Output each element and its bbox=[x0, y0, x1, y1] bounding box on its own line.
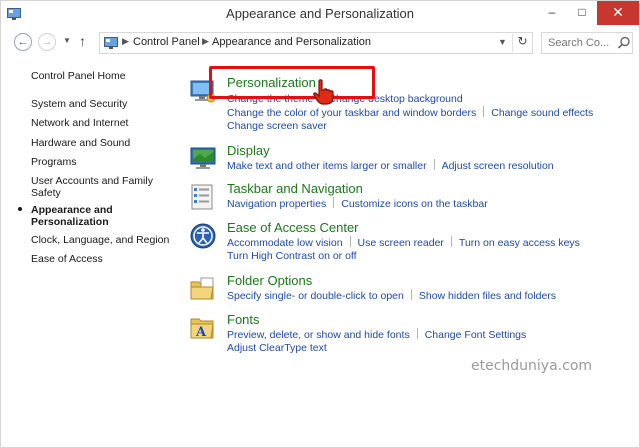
highlight-box bbox=[209, 66, 375, 99]
show-hidden-files-link[interactable]: Show hidden files and folders bbox=[419, 290, 556, 302]
fonts-link[interactable]: Fonts bbox=[227, 312, 260, 327]
sidebar-item-clock-language[interactable]: Clock, Language, and Region bbox=[31, 234, 171, 246]
change-taskbar-color-link[interactable]: Change the color of your taskbar and win… bbox=[227, 107, 476, 119]
link-divider bbox=[433, 159, 435, 170]
sidebar-item-system-security[interactable]: System and Security bbox=[31, 98, 171, 110]
up-button[interactable]: ↑ bbox=[79, 33, 86, 49]
address-bar[interactable]: ▶ Control Panel ▶ Appearance and Persona… bbox=[99, 32, 533, 54]
adjust-screen-resolution-link[interactable]: Adjust screen resolution bbox=[442, 160, 554, 172]
current-section-bullet bbox=[18, 207, 22, 211]
control-panel-home-link[interactable]: Control Panel Home bbox=[31, 70, 171, 82]
fonts-icon: A bbox=[190, 318, 214, 340]
display-link[interactable]: Display bbox=[227, 143, 270, 158]
sidebar-item-programs[interactable]: Programs bbox=[31, 156, 171, 168]
back-button[interactable]: ← bbox=[14, 33, 32, 51]
display-icon bbox=[190, 147, 216, 169]
change-screen-saver-link[interactable]: Change screen saver bbox=[227, 120, 327, 132]
link-divider bbox=[483, 106, 485, 117]
link-row: Preview, delete, or show and hide fonts C… bbox=[227, 328, 526, 341]
link-row: Accommodate low vision Use screen reader T… bbox=[227, 236, 580, 249]
link-row: Navigation properties Customize icons on … bbox=[227, 197, 488, 210]
recent-locations-dropdown[interactable]: ▼ bbox=[63, 36, 71, 45]
sidebar-item-network-internet[interactable]: Network and Internet bbox=[31, 117, 171, 129]
sidebar-item-hardware-sound[interactable]: Hardware and Sound bbox=[31, 137, 171, 149]
link-divider bbox=[333, 197, 335, 208]
single-double-click-link[interactable]: Specify single- or double-click to open bbox=[227, 290, 404, 302]
sidebar-item-user-accounts[interactable]: User Accounts and Family Safety bbox=[31, 175, 156, 199]
accommodate-low-vision-link[interactable]: Accommodate low vision bbox=[227, 237, 343, 249]
minimize-button[interactable]: – bbox=[537, 1, 567, 25]
forward-button[interactable]: → bbox=[38, 33, 56, 51]
link-divider bbox=[410, 289, 412, 300]
folder-options-icon bbox=[190, 277, 214, 300]
navigation-properties-link[interactable]: Navigation properties bbox=[227, 198, 326, 210]
title-bar: Appearance and Personalization – □ ✕ bbox=[1, 1, 639, 29]
search-box[interactable]: Search Co... bbox=[541, 32, 633, 54]
adjust-cleartype-link[interactable]: Adjust ClearType text bbox=[227, 342, 327, 354]
customize-taskbar-icons-link[interactable]: Customize icons on the taskbar bbox=[341, 198, 488, 210]
breadcrumb-separator[interactable]: ▶ bbox=[122, 36, 129, 47]
link-row: Turn High Contrast on or off bbox=[227, 250, 357, 262]
preview-fonts-link[interactable]: Preview, delete, or show and hide fonts bbox=[227, 329, 410, 341]
navigation-bar: ← → ▼ ↑ ▶ Control Panel ▶ Appearance and… bbox=[1, 29, 639, 57]
folder-options-link[interactable]: Folder Options bbox=[227, 273, 312, 288]
address-dropdown[interactable]: ▼ bbox=[498, 37, 507, 47]
search-input[interactable]: Search Co... bbox=[548, 37, 609, 49]
high-contrast-link[interactable]: Turn High Contrast on or off bbox=[227, 250, 357, 262]
taskbar-navigation-link[interactable]: Taskbar and Navigation bbox=[227, 181, 363, 196]
link-row: Specify single- or double-click to open S… bbox=[227, 289, 556, 302]
link-row: Change screen saver bbox=[227, 120, 327, 132]
taskbar-icon bbox=[191, 184, 213, 210]
sidebar-item-label: Appearance and Personalization bbox=[31, 204, 113, 228]
search-icon[interactable] bbox=[617, 36, 631, 50]
change-sound-effects-link[interactable]: Change sound effects bbox=[491, 107, 593, 119]
easy-access-keys-link[interactable]: Turn on easy access keys bbox=[459, 237, 580, 249]
maximize-button[interactable]: □ bbox=[567, 1, 597, 25]
hand-cursor-icon bbox=[313, 79, 334, 105]
link-divider bbox=[349, 236, 351, 247]
breadcrumb-appearance[interactable]: Appearance and Personalization bbox=[212, 36, 371, 48]
close-button[interactable]: ✕ bbox=[597, 1, 639, 25]
sidebar-item-ease-of-access[interactable]: Ease of Access bbox=[31, 253, 171, 265]
breadcrumb-control-panel[interactable]: Control Panel bbox=[133, 36, 200, 48]
svg-text:A: A bbox=[195, 325, 207, 340]
link-divider bbox=[416, 328, 418, 339]
link-row: Make text and other items larger or smal… bbox=[227, 159, 554, 172]
breadcrumb-separator[interactable]: ▶ bbox=[202, 36, 209, 47]
control-panel-window: Appearance and Personalization – □ ✕ ← →… bbox=[0, 0, 640, 448]
refresh-button[interactable]: ↻ bbox=[512, 34, 532, 52]
link-row: Change the color of your taskbar and win… bbox=[227, 106, 593, 119]
watermark-text: etechduniya.com bbox=[471, 358, 593, 374]
link-divider bbox=[450, 236, 452, 247]
control-panel-icon bbox=[104, 37, 118, 49]
ease-of-access-icon bbox=[190, 223, 216, 249]
ease-of-access-center-link[interactable]: Ease of Access Center bbox=[227, 220, 359, 235]
sidebar-item-appearance: Appearance and Personalization bbox=[18, 204, 136, 228]
change-font-settings-link[interactable]: Change Font Settings bbox=[425, 329, 527, 341]
make-text-larger-link[interactable]: Make text and other items larger or smal… bbox=[227, 160, 427, 172]
use-screen-reader-link[interactable]: Use screen reader bbox=[358, 237, 444, 249]
link-row: Adjust ClearType text bbox=[227, 342, 327, 354]
